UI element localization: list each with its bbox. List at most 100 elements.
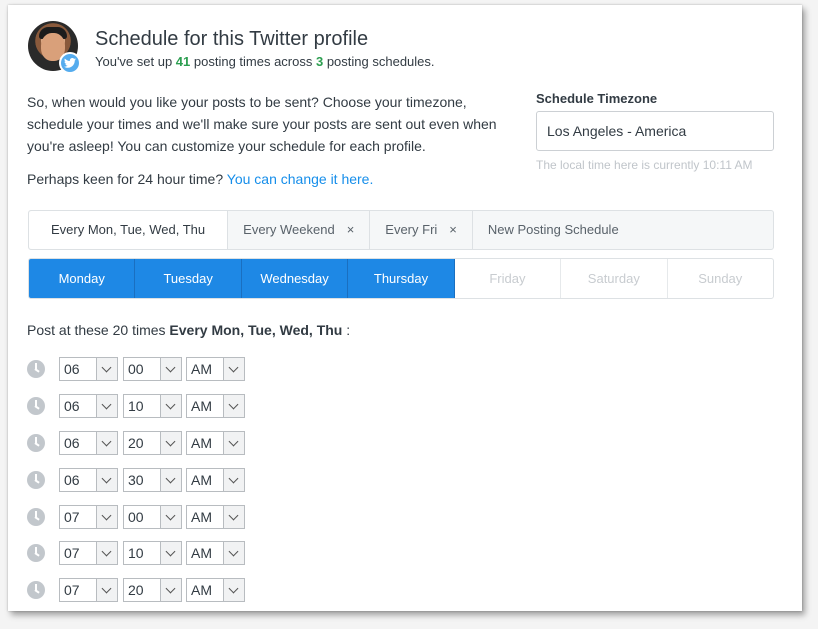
hour-value: 06 bbox=[64, 361, 80, 377]
subtitle-suffix: posting schedules. bbox=[323, 54, 435, 69]
schedule-card: Schedule for this Twitter profile You've… bbox=[8, 5, 802, 611]
time-row: 07 10 AM bbox=[26, 541, 266, 565]
hour-value: 07 bbox=[64, 509, 80, 525]
minute-select[interactable]: 20 bbox=[123, 431, 182, 455]
time-row: 06 20 AM bbox=[26, 431, 266, 455]
hour-select[interactable]: 06 bbox=[59, 468, 118, 492]
change-hour-format-link[interactable]: You can change it here. bbox=[227, 171, 374, 187]
tab-new-posting-schedule[interactable]: New Posting Schedule bbox=[473, 211, 634, 249]
hour-value: 06 bbox=[64, 435, 80, 451]
tab-every-fri[interactable]: Every Fri × bbox=[370, 211, 473, 249]
chevron-down-icon bbox=[223, 432, 244, 454]
ampm-select[interactable]: AM bbox=[186, 541, 245, 565]
minute-select[interactable]: 10 bbox=[123, 394, 182, 418]
minute-value: 30 bbox=[128, 472, 144, 488]
chevron-down-icon bbox=[160, 395, 181, 417]
day-toggles: Monday Tuesday Wednesday Thursday Friday… bbox=[28, 258, 774, 299]
minute-value: 10 bbox=[128, 545, 144, 561]
hour-value: 07 bbox=[64, 582, 80, 598]
day-friday[interactable]: Friday bbox=[455, 259, 562, 298]
close-icon[interactable]: × bbox=[449, 211, 457, 249]
tab-label: Every Weekend bbox=[243, 222, 335, 237]
subtitle-mid: posting times across bbox=[190, 54, 316, 69]
chevron-down-icon bbox=[160, 579, 181, 601]
twitter-icon bbox=[59, 52, 81, 74]
chevron-down-icon bbox=[223, 506, 244, 528]
minute-select[interactable]: 20 bbox=[123, 578, 182, 602]
chevron-down-icon bbox=[96, 395, 117, 417]
minute-value: 20 bbox=[128, 582, 144, 598]
minute-value: 20 bbox=[128, 435, 144, 451]
hour-value: 06 bbox=[64, 398, 80, 414]
ampm-value: AM bbox=[191, 509, 212, 525]
day-monday[interactable]: Monday bbox=[29, 259, 136, 298]
hour-value: 06 bbox=[64, 472, 80, 488]
hour-format-line: Perhaps keen for 24 hour time? You can c… bbox=[27, 171, 373, 187]
day-thursday[interactable]: Thursday bbox=[348, 259, 455, 298]
post-at-suffix: : bbox=[342, 322, 351, 338]
clock-icon bbox=[27, 397, 45, 415]
ampm-select[interactable]: AM bbox=[186, 394, 245, 418]
ampm-select[interactable]: AM bbox=[186, 578, 245, 602]
ampm-value: AM bbox=[191, 545, 212, 561]
chevron-down-icon bbox=[96, 358, 117, 380]
chevron-down-icon bbox=[160, 432, 181, 454]
chevron-down-icon bbox=[160, 542, 181, 564]
chevron-down-icon bbox=[223, 542, 244, 564]
ampm-value: AM bbox=[191, 398, 212, 414]
hour-select[interactable]: 06 bbox=[59, 394, 118, 418]
clock-icon bbox=[27, 581, 45, 599]
chevron-down-icon bbox=[223, 579, 244, 601]
minute-value: 00 bbox=[128, 509, 144, 525]
minute-select[interactable]: 30 bbox=[123, 468, 182, 492]
day-sunday[interactable]: Sunday bbox=[668, 259, 773, 298]
chevron-down-icon bbox=[160, 358, 181, 380]
tab-every-mon-tue-wed-thu[interactable]: Every Mon, Tue, Wed, Thu bbox=[29, 211, 229, 249]
close-icon[interactable]: × bbox=[347, 211, 355, 249]
ampm-value: AM bbox=[191, 472, 212, 488]
day-saturday[interactable]: Saturday bbox=[561, 259, 668, 298]
post-at-schedule: Every Mon, Tue, Wed, Thu bbox=[169, 322, 343, 338]
hour-select[interactable]: 06 bbox=[59, 357, 118, 381]
ampm-value: AM bbox=[191, 435, 212, 451]
time-row: 06 10 AM bbox=[26, 394, 266, 418]
clock-icon bbox=[27, 360, 45, 378]
time-row: 06 00 AM bbox=[26, 357, 266, 381]
clock-icon bbox=[27, 471, 45, 489]
hour-select[interactable]: 07 bbox=[59, 578, 118, 602]
time-row: 07 00 AM bbox=[26, 505, 266, 529]
time-row: 07 20 AM bbox=[26, 578, 266, 602]
posting-times-count: 41 bbox=[175, 54, 191, 69]
schedule-tabs: Every Mon, Tue, Wed, Thu Every Weekend × … bbox=[28, 210, 774, 250]
ampm-select[interactable]: AM bbox=[186, 468, 245, 492]
page-subtitle: You've set up 41 posting times across 3 … bbox=[95, 54, 435, 69]
time-row: 06 30 AM bbox=[26, 468, 266, 492]
intro-text: So, when would you like your posts to be… bbox=[27, 94, 497, 154]
chevron-down-icon bbox=[96, 506, 117, 528]
chevron-down-icon bbox=[160, 469, 181, 491]
chevron-down-icon bbox=[96, 432, 117, 454]
ampm-value: AM bbox=[191, 361, 212, 377]
chevron-down-icon bbox=[160, 506, 181, 528]
day-wednesday[interactable]: Wednesday bbox=[241, 259, 349, 298]
ampm-select[interactable]: AM bbox=[186, 505, 245, 529]
hour-select[interactable]: 06 bbox=[59, 431, 118, 455]
day-tuesday[interactable]: Tuesday bbox=[135, 259, 242, 298]
hour-select[interactable]: 07 bbox=[59, 541, 118, 565]
hour-value: 07 bbox=[64, 545, 80, 561]
ampm-select[interactable]: AM bbox=[186, 357, 245, 381]
hour-select[interactable]: 07 bbox=[59, 505, 118, 529]
tab-every-weekend[interactable]: Every Weekend × bbox=[228, 211, 371, 249]
minute-select[interactable]: 10 bbox=[123, 541, 182, 565]
minute-select[interactable]: 00 bbox=[123, 357, 182, 381]
tab-label: Every Mon, Tue, Wed, Thu bbox=[51, 222, 206, 237]
minute-select[interactable]: 00 bbox=[123, 505, 182, 529]
chevron-down-icon bbox=[96, 542, 117, 564]
tab-label: New Posting Schedule bbox=[487, 222, 619, 237]
chevron-down-icon bbox=[223, 358, 244, 380]
post-at-prefix: Post at these 20 times bbox=[27, 322, 170, 338]
minute-value: 10 bbox=[128, 398, 144, 414]
timezone-input[interactable]: Los Angeles - America bbox=[536, 111, 774, 151]
ampm-select[interactable]: AM bbox=[186, 431, 245, 455]
subtitle-prefix: You've set up bbox=[95, 54, 176, 69]
